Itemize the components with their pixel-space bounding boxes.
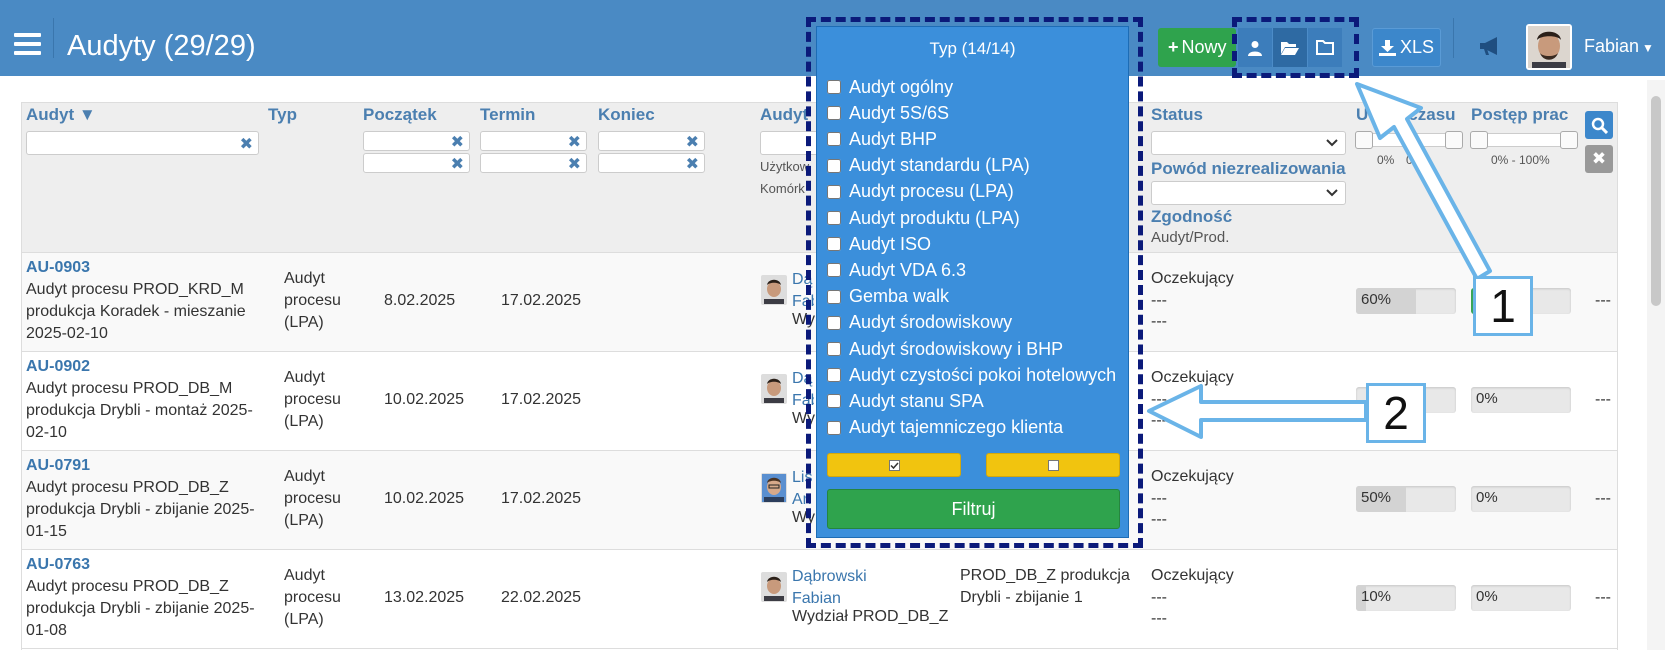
callout-arrow-2 (1147, 384, 1368, 439)
callout-arrow-1 (1355, 82, 1492, 281)
callout-number-1: 1 (1473, 276, 1533, 336)
callout-arrows (1147, 82, 1492, 439)
callout-number-2: 2 (1366, 383, 1426, 443)
